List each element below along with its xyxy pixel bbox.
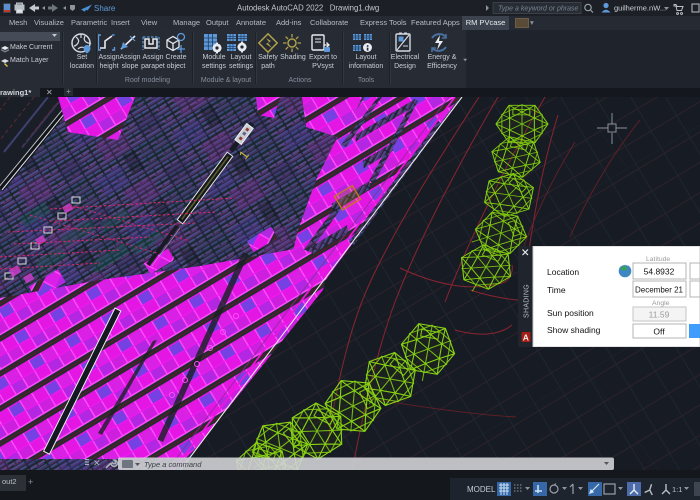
svg-text:Time: Time <box>547 285 566 295</box>
svg-text:Autodesk AutoCAD 2022 Drawin: Autodesk AutoCAD 2022 Drawing1.dwg <box>237 4 379 13</box>
svg-text:Type a keyword or phrase: Type a keyword or phrase <box>498 6 579 13</box>
svg-text:Off: Off <box>653 327 665 337</box>
svg-text:Show shading: Show shading <box>547 325 601 335</box>
svg-text:Latitude: Latitude <box>646 256 670 263</box>
svg-text:MODEL: MODEL <box>467 485 496 494</box>
svg-text:11.59: 11.59 <box>649 310 670 320</box>
svg-text:A: A <box>523 333 529 343</box>
svg-text:SHADING: SHADING <box>524 284 531 318</box>
svg-text:December 21: December 21 <box>635 286 684 295</box>
svg-text:guilherme.nW...: guilherme.nW... <box>614 4 666 13</box>
svg-text:Type a command: Type a command <box>144 460 202 469</box>
svg-text:Share: Share <box>94 4 116 13</box>
svg-text:54.8932: 54.8932 <box>644 267 675 277</box>
svg-text:1:1: 1:1 <box>672 485 682 494</box>
svg-text:Angle: Angle <box>652 300 670 307</box>
svg-text:Location: Location <box>547 267 579 277</box>
svg-text:✕: ✕ <box>93 458 101 468</box>
svg-text:Sun position: Sun position <box>547 308 594 318</box>
